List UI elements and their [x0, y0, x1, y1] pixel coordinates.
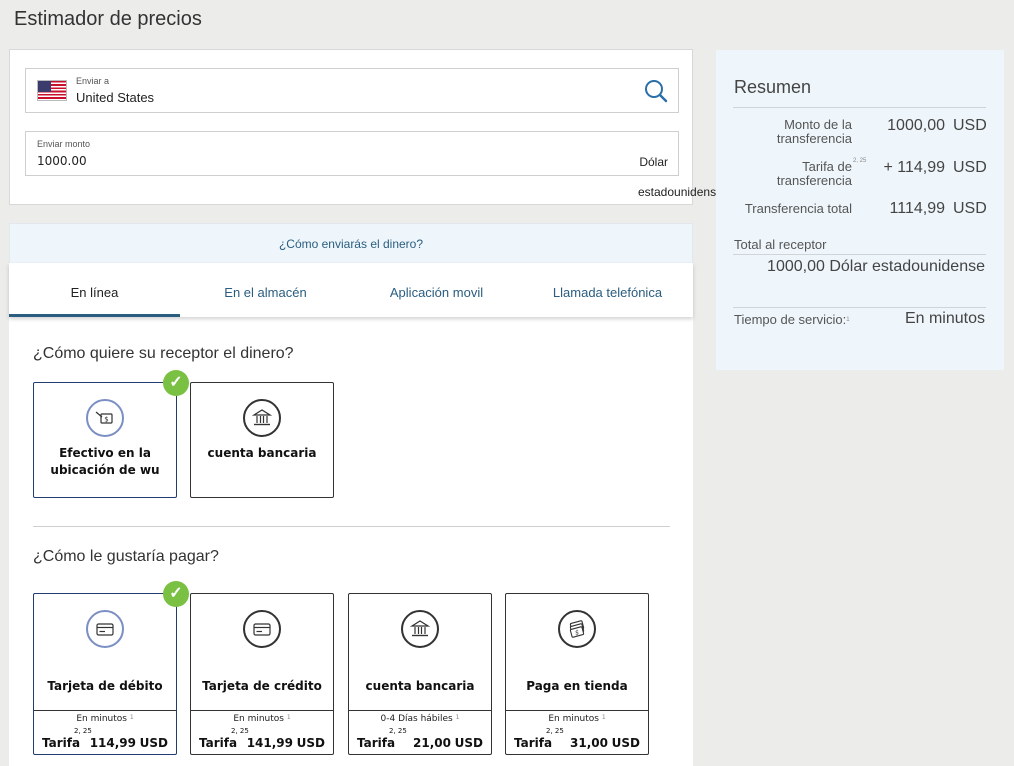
amount-label: Enviar monto [37, 139, 91, 149]
fee-amount: 114,99 [89, 736, 136, 750]
total-transfer-label: Transferencia total [744, 201, 852, 216]
send-form: Enviar a United States Enviar monto 1000… [9, 49, 693, 205]
fee-currency: USD [454, 736, 483, 750]
fee-currency: USD [953, 159, 987, 176]
pay-option-in-store[interactable]: $ Paga en tienda En minutos 1 Tarifa 2, … [505, 593, 649, 755]
receive-option-bank-label: cuenta bancaria [207, 446, 317, 460]
total-transfer-currency: USD [953, 200, 987, 217]
delivery-time-text: En minutos [76, 714, 127, 724]
fee-label: Tarifa [357, 736, 396, 750]
delivery-time-text: En minutos [233, 714, 284, 724]
pay-option-bank-account[interactable]: cuenta bancaria 0-4 Días hábiles 1 Tarif… [348, 593, 492, 755]
transfer-amount-currency: USD [953, 117, 987, 134]
delivery-time-text: 0-4 Días hábiles [380, 714, 453, 724]
fee-label: Tarifa de transferencia [756, 160, 852, 188]
pay-option-label: Tarjeta de crédito [202, 679, 322, 693]
summary-divider [733, 307, 986, 308]
receive-option-cash[interactable]: $ Efectivo en la ubicación de wu [33, 382, 177, 498]
tab-phone-call[interactable]: Llamada telefónica [522, 263, 693, 317]
pay-question: ¿Cómo le gustaría pagar? [33, 548, 219, 565]
fee-label: Tarifa [199, 736, 238, 750]
pay-option-label: cuenta bancaria [365, 679, 475, 693]
fee-footnote: 2, 25 [74, 727, 92, 735]
fee-label-text: Tarifa de transferencia [776, 159, 852, 188]
pay-option-debit-card[interactable]: Tarjeta de débito En minutos 1 Tarifa 2,… [33, 593, 177, 755]
how-send-text: ¿Cómo enviarás el dinero? [278, 237, 424, 251]
amount-input[interactable]: 1000.00 [37, 154, 87, 168]
option-divider [191, 710, 333, 711]
service-time-label-text: Tiempo de servicio: [734, 312, 847, 327]
how-send-banner: ¿Cómo enviarás el dinero? [9, 223, 693, 265]
service-time-footnote: 1 [846, 317, 850, 323]
fee-value: + 114,99 [883, 159, 945, 176]
section-divider [33, 526, 670, 527]
selected-check-icon: ✓ [163, 581, 189, 607]
cash-hand-icon: $ [86, 399, 124, 437]
delivery-time-footnote: 1 [129, 714, 134, 721]
delivery-time: En minutos 1 [191, 714, 333, 724]
page-title: Estimador de precios [14, 8, 202, 30]
delivery-time: En minutos 1 [34, 714, 176, 724]
selected-check-icon: ✓ [163, 370, 189, 396]
tab-in-store[interactable]: En el almacén [180, 263, 351, 317]
currency-label-line2: estadounidense [638, 185, 723, 199]
fee-amount: 31,00 [570, 736, 608, 750]
pay-option-credit-card[interactable]: Tarjeta de crédito En minutos 1 Tarifa 2… [190, 593, 334, 755]
option-divider [506, 710, 648, 711]
destination-value[interactable]: United States [76, 90, 154, 105]
delivery-time: 0-4 Días hábiles 1 [349, 714, 491, 724]
svg-text:$: $ [104, 416, 108, 424]
summary-divider [733, 107, 986, 108]
svg-text:$: $ [575, 630, 579, 637]
destination-label: Enviar a [76, 76, 110, 86]
transfer-amount-label: Monto de la transferencia [776, 117, 852, 146]
fee-footnote: 2, 25 [231, 727, 249, 735]
option-divider [349, 710, 491, 711]
pay-option-label: Tarjeta de débito [47, 679, 163, 693]
service-time-value: En minutos [904, 310, 985, 327]
fee-amount: 141,99 [246, 736, 293, 750]
fee-footnote: 2, 25 [853, 158, 867, 164]
transfer-amount-value: 1000,00 [887, 117, 945, 134]
receive-option-bank[interactable]: cuenta bancaria [190, 382, 334, 498]
tab-mobile-app[interactable]: Aplicación movil [351, 263, 522, 317]
cash-stack-icon: $ [558, 610, 596, 648]
receive-question: ¿Cómo quiere su receptor el dinero? [33, 345, 294, 362]
pay-option-label: Paga en tienda [526, 679, 628, 693]
fee-currency: USD [139, 736, 168, 750]
summary-panel: Resumen Monto de la transferencia 1000,0… [716, 50, 1004, 370]
fee-currency: USD [611, 736, 640, 750]
fee-currency: USD [296, 736, 325, 750]
delivery-time: En minutos 1 [506, 714, 648, 724]
bank-icon [401, 610, 439, 648]
fee-footnote: 2, 25 [389, 727, 407, 735]
receiver-total-label: Total al receptor [734, 237, 827, 252]
fee-label: Tarifa [514, 736, 553, 750]
fee-amount: 21,00 [413, 736, 451, 750]
search-icon[interactable] [644, 79, 668, 103]
summary-title: Resumen [734, 77, 812, 97]
fee-label: Tarifa [42, 736, 81, 750]
fee-footnote: 2, 25 [546, 727, 564, 735]
summary-divider [733, 254, 986, 255]
delivery-time-text: En minutos [548, 714, 599, 724]
delivery-time-footnote: 1 [286, 714, 291, 721]
delivery-time-footnote: 1 [601, 714, 606, 721]
receiver-total-value: 1000,00 Dólar estadounidense [767, 258, 985, 275]
amount-field[interactable]: Enviar monto 1000.00 Dólar [25, 131, 679, 176]
credit-card-icon [243, 610, 281, 648]
delivery-time-footnote: 1 [455, 714, 460, 721]
main-panel: En línea En el almacén Aplicación movil … [9, 263, 693, 766]
send-method-tabs: En línea En el almacén Aplicación movil … [9, 263, 693, 317]
us-flag-icon [37, 80, 67, 101]
destination-field[interactable]: Enviar a United States [25, 68, 679, 113]
bank-icon [243, 399, 281, 437]
option-divider [34, 710, 176, 711]
currency-label: Dólar [639, 155, 668, 169]
total-transfer-value: 1114,99 [889, 200, 945, 217]
debit-card-icon [86, 610, 124, 648]
tab-online[interactable]: En línea [9, 263, 180, 317]
receive-option-cash-label: Efectivo en la ubicación de wu [50, 446, 160, 477]
service-time-label: Tiempo de servicio:1 [734, 313, 850, 327]
